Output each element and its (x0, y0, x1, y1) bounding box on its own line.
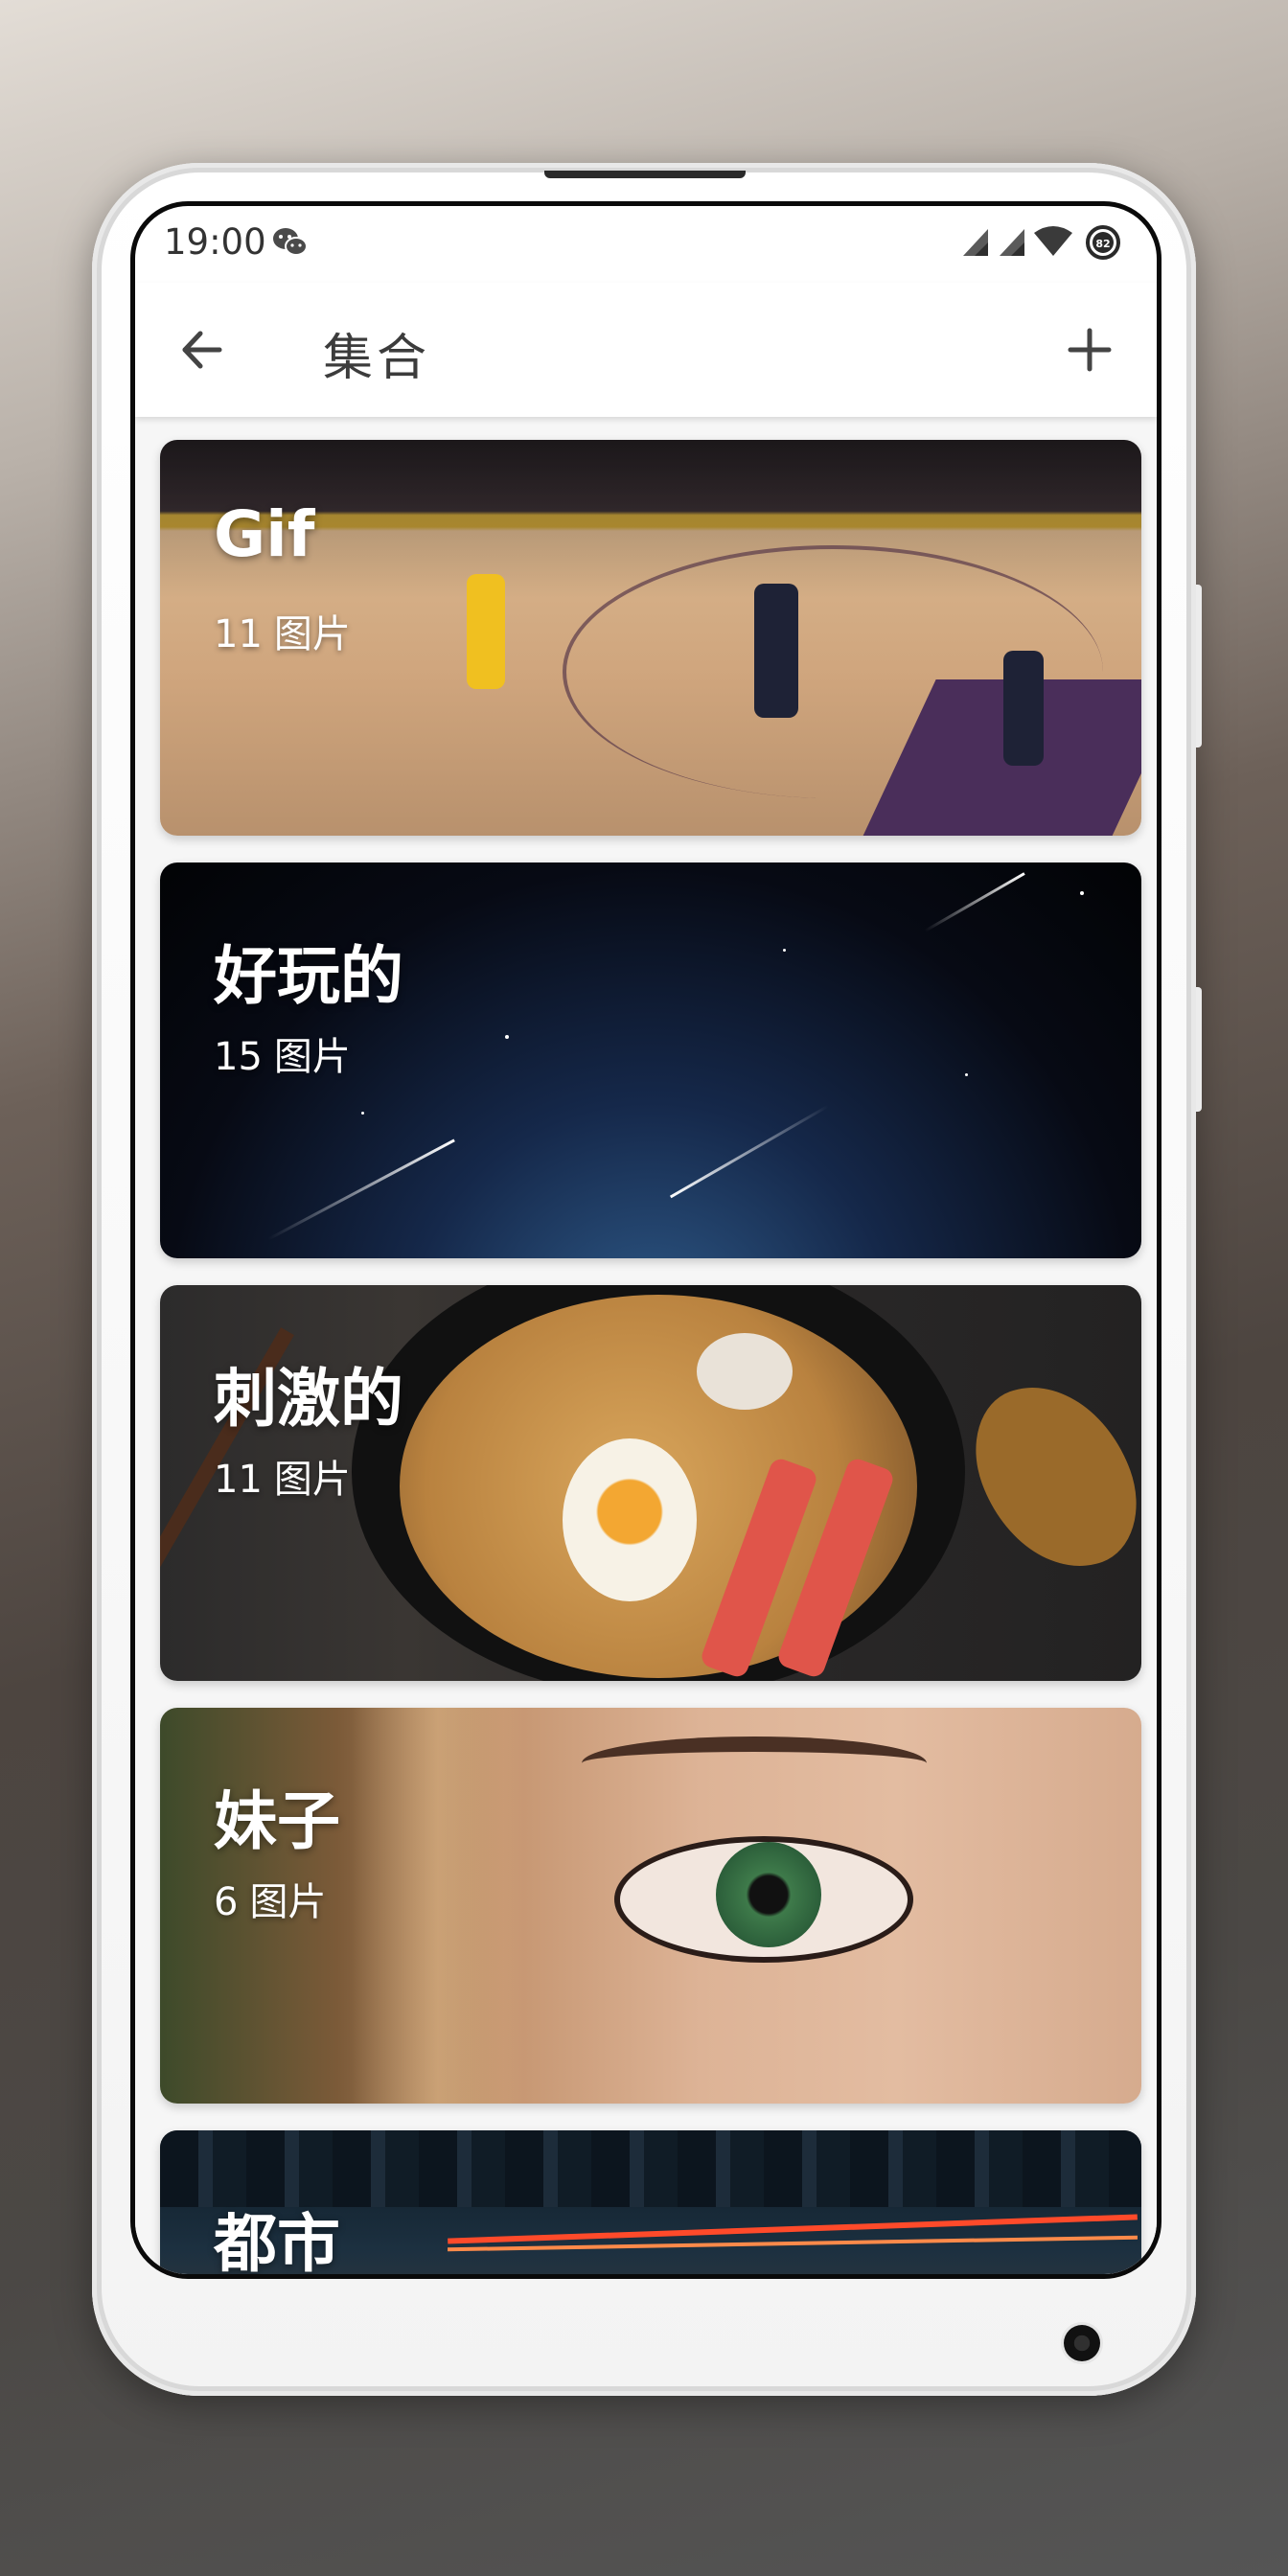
leaf (955, 1362, 1141, 1592)
card-count: 11 图片 (214, 603, 362, 658)
app-bar: 集合 (135, 283, 1157, 417)
star (1080, 891, 1084, 895)
signal-icon (963, 229, 988, 256)
volume-button (1196, 987, 1202, 1112)
collection-card-girl[interactable]: 妹子 6 图片 (160, 1708, 1141, 2104)
player-figure (1003, 651, 1044, 766)
hair-strands (352, 1708, 524, 2104)
status-bar: 19:00 82 (135, 206, 1157, 283)
star (783, 949, 786, 952)
star (505, 1035, 509, 1039)
card-count: 11 图片 (214, 1448, 362, 1504)
collection-card-fun[interactable]: 好玩的 15 图片 (160, 862, 1141, 1258)
wechat-icon (273, 228, 308, 256)
iris (716, 1842, 821, 1947)
card-count-value: 11 (214, 1458, 263, 1502)
shooting-star (267, 1138, 455, 1241)
star (965, 1073, 968, 1076)
card-title: 妹子 (214, 1784, 340, 1858)
wifi-icon (1034, 226, 1072, 256)
card-title: Gif (214, 497, 315, 571)
collection-card-gif[interactable]: Gif 11 图片 (160, 440, 1141, 836)
status-icons: 82 (963, 225, 1120, 260)
page-title: 集合 (323, 330, 431, 387)
earpiece-speaker (544, 171, 746, 178)
back-button[interactable] (173, 321, 231, 379)
screen: 19:00 82 集合 Gif 11 图片 好玩的 15 图片 刺激的 11 图… (130, 201, 1162, 2279)
card-count-unit: 图片 (273, 1035, 351, 1079)
collection-card-exciting[interactable]: 刺激的 11 图片 (160, 1285, 1141, 1681)
card-count-unit: 图片 (273, 1458, 351, 1502)
card-count-value: 15 (214, 1035, 263, 1079)
eyebrow (582, 1736, 927, 1790)
mushroom (697, 1333, 793, 1410)
card-count-value: 6 (214, 1880, 239, 1924)
front-camera (1064, 2325, 1100, 2361)
card-count-value: 11 (214, 612, 263, 656)
card-count: 15 图片 (214, 1025, 362, 1081)
player-figure (754, 584, 798, 718)
signal-icon (1000, 229, 1024, 256)
card-title: 都市 (214, 2207, 340, 2274)
card-count-unit: 图片 (249, 1880, 327, 1924)
card-count-unit: 图片 (273, 612, 351, 656)
shooting-star (669, 1104, 830, 1199)
card-count: 6 图片 (214, 1871, 337, 1926)
status-time: 19:00 (164, 221, 266, 263)
arrow-left-icon (182, 331, 222, 369)
plus-icon (1068, 328, 1112, 372)
collection-list[interactable]: Gif 11 图片 好玩的 15 图片 刺激的 11 图片 妹子 6 图片 都市 (135, 417, 1157, 2274)
card-title: 刺激的 (214, 1362, 403, 1436)
power-button (1196, 585, 1202, 748)
battery-level: 82 (1095, 238, 1110, 250)
add-collection-button[interactable] (1061, 321, 1118, 379)
star (361, 1112, 364, 1115)
shooting-star (924, 872, 1025, 932)
card-title: 好玩的 (214, 939, 403, 1013)
player-figure (467, 574, 505, 689)
collection-card-city[interactable]: 都市 (160, 2130, 1141, 2274)
egg (563, 1438, 697, 1601)
